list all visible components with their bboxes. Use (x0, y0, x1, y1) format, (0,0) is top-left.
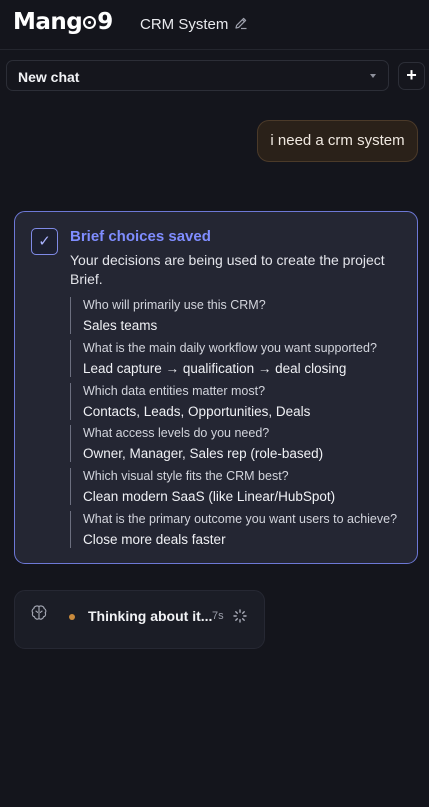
brief-choice-question: What is the primary outcome you want use… (83, 512, 398, 526)
chat-selector-value: New chat (18, 69, 80, 85)
spinner-icon (233, 609, 247, 623)
brief-choice-item: What is the primary outcome you want use… (70, 511, 410, 548)
user-message: i need a crm system (257, 120, 418, 162)
checkmark-icon: ✓ (31, 228, 58, 255)
chevron-down-icon (370, 74, 376, 78)
brief-description: Your decisions are being used to create … (70, 252, 385, 287)
brain-icon (31, 605, 47, 620)
project-title: CRM System (140, 16, 229, 33)
brief-choice-item: Which data entities matter most? Contact… (70, 383, 410, 420)
brief-choice-item: Who will primarily use this CRM? Sales t… (70, 297, 410, 334)
brief-choice-question: Who will primarily use this CRM? (83, 298, 266, 312)
brand-logo-text-start: Mang (13, 9, 83, 35)
brand-logo[interactable]: Mang 9 (13, 9, 113, 35)
new-chat-button[interactable]: + (398, 62, 425, 90)
chat-selector[interactable]: New chat (6, 60, 389, 91)
thinking-label: Thinking about it... (88, 608, 213, 624)
brief-choice-question: Which visual style fits the CRM best? (83, 469, 289, 483)
brief-choice-answer: Clean modern SaaS (like Linear/HubSpot) (83, 489, 336, 504)
brief-choice-question: What is the main daily workflow you want… (83, 341, 377, 355)
thinking-status-card[interactable]: Thinking about it... 7s (14, 590, 265, 649)
brand-logo-mark (83, 16, 97, 29)
brief-choice-answer: Contacts, Leads, Opportunities, Deals (83, 404, 311, 419)
brand-logo-text-end: 9 (97, 9, 113, 35)
elapsed-time: 7s (212, 610, 224, 622)
app-header: Mang 9 CRM System (0, 0, 429, 50)
brief-choice-answer: Owner, Manager, Sales rep (role-based) (83, 446, 324, 461)
pencil-icon[interactable] (234, 16, 248, 30)
brief-summary-card: ✓ Brief choices saved Your decisions are… (14, 211, 418, 564)
brief-choice-item: Which visual style fits the CRM best? Cl… (70, 468, 410, 505)
status-dot (69, 614, 75, 620)
brief-choice-item: What is the main daily workflow you want… (70, 340, 410, 377)
brief-choice-answer: Close more deals faster (83, 532, 226, 547)
brief-choice-question: Which data entities matter most? (83, 384, 266, 398)
brief-choice-answer: Sales teams (83, 318, 158, 333)
brief-choice-question: What access levels do you need? (83, 426, 270, 440)
brief-choice-answer: Lead capture → qualification → deal clos… (83, 361, 347, 376)
brief-title: Brief choices saved (70, 228, 211, 245)
brief-choice-item: What access levels do you need? Owner, M… (70, 425, 410, 462)
